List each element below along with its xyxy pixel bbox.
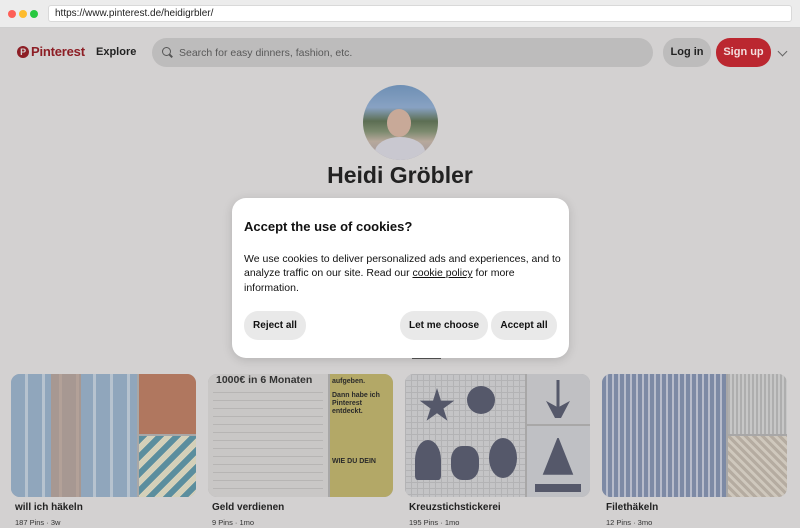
maximize-window-icon[interactable]	[30, 10, 38, 18]
signup-button[interactable]: Sign up	[716, 38, 771, 67]
let-me-choose-button[interactable]: Let me choose	[400, 311, 488, 340]
pin-image	[139, 436, 196, 497]
profile-name: Heidi Gröbler	[327, 162, 473, 188]
pin-text: aufgeben.	[332, 378, 366, 385]
board-card[interactable]: 1000€ in 6 Monaten aufgeben. Dann habe i…	[208, 374, 393, 527]
shell-shape	[451, 446, 479, 480]
pin-table-lines	[213, 392, 323, 492]
cookie-policy-link[interactable]: cookie policy	[412, 267, 472, 279]
browser-toolbar: https://www.pinterest.de/heidigrbler/	[0, 0, 800, 28]
board-meta: 9 Pins · 1mo	[212, 518, 255, 527]
explore-link[interactable]: Explore	[96, 46, 136, 58]
reject-all-button[interactable]: Reject all	[244, 311, 306, 340]
close-window-icon[interactable]	[8, 10, 16, 18]
board-cover	[405, 374, 590, 497]
board-meta: 187 Pins · 3w	[15, 518, 61, 527]
shell-shape	[489, 438, 517, 478]
modal-title: Accept the use of cookies?	[244, 219, 413, 234]
site-header: P Pinterest Explore Search for easy dinn…	[0, 28, 800, 78]
minimize-window-icon[interactable]	[19, 10, 27, 18]
cookie-consent-modal: Accept the use of cookies? We use cookie…	[232, 198, 569, 358]
pin-image-detail	[51, 374, 81, 497]
pin-image	[602, 374, 726, 497]
pinterest-logo[interactable]: P Pinterest	[17, 44, 85, 59]
address-bar[interactable]: https://www.pinterest.de/heidigrbler/	[48, 5, 792, 22]
board-title: Kreuzstichstickerei	[409, 502, 501, 513]
board-cover	[602, 374, 787, 497]
pin-text: entdeckt.	[332, 408, 363, 415]
logo-text: Pinterest	[31, 44, 85, 59]
pin-image	[139, 374, 196, 434]
accept-all-button[interactable]: Accept all	[491, 311, 557, 340]
avatar-shirt	[375, 137, 425, 160]
board-title: Geld verdienen	[212, 502, 285, 513]
board-title: Filethäkeln	[606, 502, 659, 513]
modal-body: We use cookies to deliver personalized a…	[244, 252, 562, 295]
board-meta: 195 Pins · 1mo	[409, 518, 460, 527]
pinterest-logo-icon: P	[17, 45, 29, 58]
board-title: will ich häkeln	[15, 502, 83, 513]
login-button[interactable]: Log in	[663, 38, 711, 67]
shell-shape	[467, 386, 495, 414]
avatar	[363, 85, 438, 160]
board-cover: 1000€ in 6 Monaten aufgeben. Dann habe i…	[208, 374, 393, 497]
search-placeholder: Search for easy dinners, fashion, etc.	[179, 46, 353, 59]
shell-shape	[415, 440, 441, 480]
chevron-down-icon[interactable]	[777, 46, 788, 57]
board-card[interactable]: Kreuzstichstickerei 195 Pins · 1mo	[405, 374, 590, 527]
pin-image	[728, 374, 787, 434]
board-cover	[11, 374, 196, 497]
board-card[interactable]: will ich häkeln 187 Pins · 3w	[11, 374, 196, 527]
board-card[interactable]: Filethäkeln 12 Pins · 3mo	[602, 374, 787, 527]
avatar-face	[387, 109, 411, 137]
search-icon	[162, 47, 173, 58]
boat-hull-shape	[535, 484, 581, 492]
pin-image	[728, 436, 787, 497]
pin-text: Dann habe ich	[332, 392, 380, 399]
pin-headline: 1000€ in 6 Monaten	[216, 374, 313, 386]
pin-text: WIE DU DEIN	[332, 458, 376, 465]
pin-text: Pinterest	[332, 400, 362, 407]
board-meta: 12 Pins · 3mo	[606, 518, 653, 527]
pin-image: aufgeben. Dann habe ich Pinterest entdec…	[330, 374, 393, 497]
search-input[interactable]: Search for easy dinners, fashion, etc.	[152, 38, 653, 67]
